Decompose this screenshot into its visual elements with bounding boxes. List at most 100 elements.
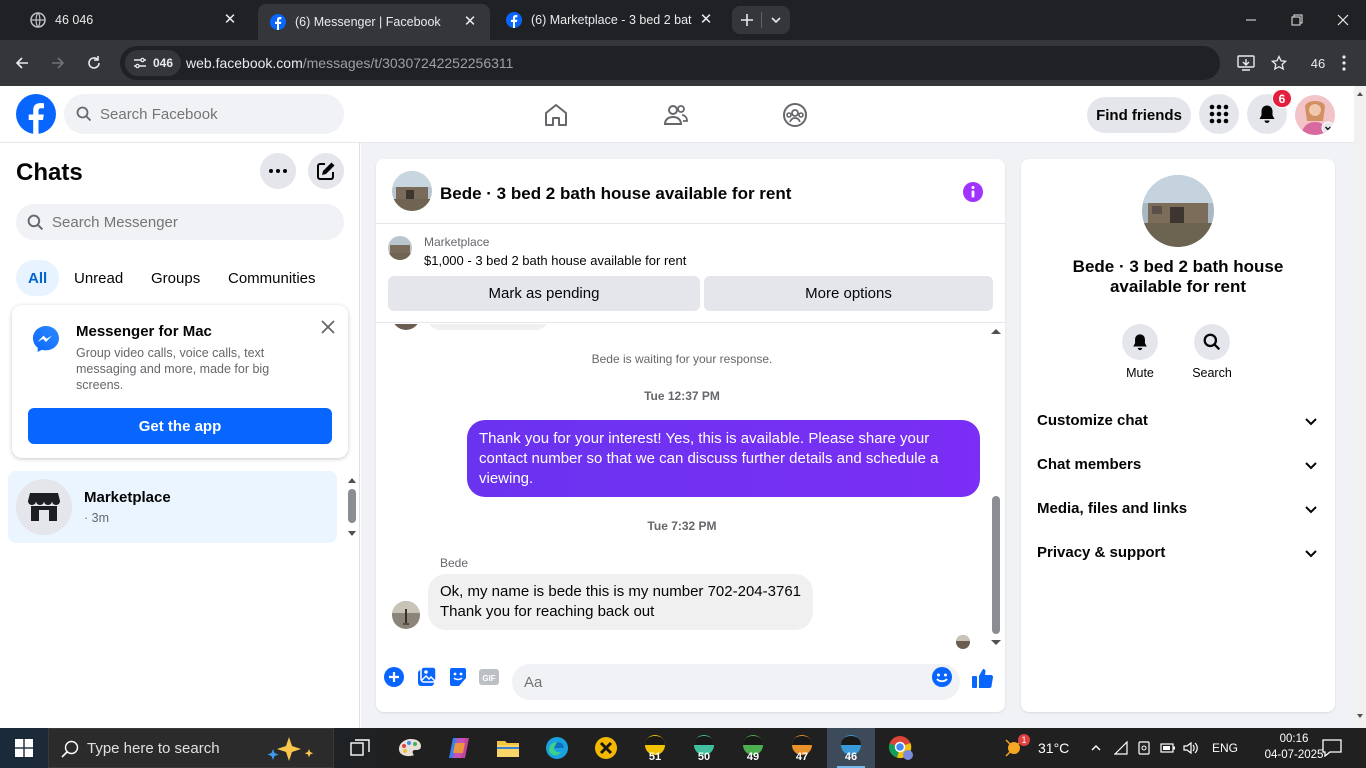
messenger-search-input[interactable] bbox=[52, 204, 332, 240]
site-chip-label: 046 bbox=[153, 56, 174, 70]
section-privacy-support[interactable]: Privacy & support bbox=[1021, 531, 1335, 575]
mark-as-pending-button[interactable]: Mark as pending bbox=[388, 276, 700, 311]
section-media-files-links[interactable]: Media, files and links bbox=[1021, 487, 1335, 531]
battery-icon[interactable] bbox=[1160, 742, 1183, 754]
taskbar-search-input[interactable] bbox=[87, 729, 257, 767]
copilot-app-icon[interactable] bbox=[435, 728, 483, 768]
like-icon[interactable] bbox=[971, 666, 995, 690]
info-icon[interactable] bbox=[962, 181, 984, 203]
back-icon[interactable] bbox=[7, 48, 37, 78]
system-clock[interactable]: 00:16 04-07-2025 bbox=[1264, 731, 1324, 763]
timestamp: Tue 7:32 PM bbox=[647, 519, 717, 533]
volume-icon[interactable] bbox=[1183, 741, 1206, 755]
tab-title: 46 046 bbox=[55, 13, 94, 27]
facebook-logo-icon[interactable] bbox=[16, 94, 56, 134]
filter-groups[interactable]: Groups bbox=[139, 260, 212, 296]
search-icon bbox=[1194, 324, 1230, 360]
close-window-icon[interactable] bbox=[1320, 0, 1366, 40]
sender-avatar[interactable] bbox=[392, 601, 420, 629]
more-options-button[interactable]: More options bbox=[704, 276, 993, 311]
filter-all[interactable]: All bbox=[16, 260, 60, 296]
plus-actions-icon[interactable] bbox=[383, 666, 407, 690]
listing-title[interactable]: $1,000 - 3 bed 2 bath house available fo… bbox=[424, 253, 686, 268]
edge-browser-icon[interactable] bbox=[533, 728, 581, 768]
tab-title: (6) Marketplace - 3 bed 2 bath h bbox=[531, 13, 692, 27]
emoji-icon[interactable] bbox=[931, 666, 955, 690]
section-chat-members[interactable]: Chat members bbox=[1021, 443, 1335, 487]
photo-icon[interactable] bbox=[416, 666, 440, 690]
windows-start-icon[interactable] bbox=[0, 728, 48, 768]
tab-globe[interactable]: 46 046 ✕ bbox=[18, 0, 250, 40]
file-explorer-icon[interactable] bbox=[484, 728, 532, 768]
close-tab-icon[interactable]: ✕ bbox=[462, 14, 478, 30]
groups-icon[interactable] bbox=[778, 98, 812, 132]
search-label: Search bbox=[1192, 366, 1232, 380]
language-indicator[interactable]: ENG bbox=[1212, 741, 1238, 755]
details-avatar[interactable] bbox=[1142, 175, 1214, 247]
new-tab-icon[interactable] bbox=[732, 13, 761, 27]
chat-options-icon[interactable] bbox=[260, 153, 296, 189]
profile-avatar[interactable] bbox=[1295, 95, 1335, 135]
marketplace-label: Marketplace bbox=[424, 235, 490, 249]
minimize-icon[interactable] bbox=[1228, 0, 1274, 40]
tray-chevron-up-icon[interactable] bbox=[1090, 742, 1108, 754]
conversation-avatar[interactable] bbox=[392, 171, 432, 211]
profile-app-46[interactable]: 46 bbox=[827, 728, 875, 768]
app-number: 51 bbox=[649, 751, 661, 762]
find-friends-button[interactable]: Find friends bbox=[1087, 97, 1191, 133]
tab-marketplace[interactable]: (6) Marketplace - 3 bed 2 bath h ✕ bbox=[494, 0, 726, 40]
profile-app-49[interactable]: 49 bbox=[729, 728, 777, 768]
windows-taskbar: 51 50 49 47 46 1 31°C ENG 00:16 04-07-20… bbox=[0, 728, 1366, 768]
weather-widget[interactable]: 1 31°C bbox=[1004, 728, 1069, 768]
marketplace-store-icon bbox=[16, 479, 72, 535]
chevron-down-icon bbox=[1303, 501, 1319, 517]
mute-action[interactable]: Mute bbox=[1110, 324, 1170, 380]
profile-app-51[interactable]: 51 bbox=[631, 728, 679, 768]
devices-icon[interactable] bbox=[1137, 741, 1160, 755]
chat-list-scrollbar[interactable] bbox=[346, 475, 358, 539]
close-tab-icon[interactable]: ✕ bbox=[698, 12, 714, 28]
ccleaner-icon[interactable] bbox=[582, 728, 630, 768]
search-action[interactable]: Search bbox=[1182, 324, 1242, 380]
new-message-icon[interactable] bbox=[308, 153, 344, 189]
section-title: Media, files and links bbox=[1037, 500, 1188, 517]
filter-communities[interactable]: Communities bbox=[216, 260, 328, 296]
tab-messenger[interactable]: (6) Messenger | Facebook ✕ bbox=[258, 4, 490, 40]
friends-icon[interactable] bbox=[659, 98, 693, 132]
listing-thumbnail[interactable] bbox=[388, 236, 412, 260]
conversation-title[interactable]: Bede · 3 bed 2 bath house available for … bbox=[440, 184, 791, 204]
profile-app-50[interactable]: 50 bbox=[680, 728, 728, 768]
tab-search-chevron-icon[interactable] bbox=[762, 14, 790, 26]
close-icon[interactable] bbox=[318, 317, 338, 337]
received-message-bubble[interactable]: Ok, my name is bede this is my number 70… bbox=[428, 574, 814, 630]
menu-grid-icon[interactable] bbox=[1199, 94, 1239, 134]
task-view-icon[interactable] bbox=[336, 728, 384, 768]
facebook-search-input[interactable] bbox=[100, 94, 330, 134]
gif-icon[interactable]: GIF bbox=[478, 666, 502, 690]
profile-app-47[interactable]: 47 bbox=[778, 728, 826, 768]
notifications-center-icon[interactable] bbox=[1322, 728, 1346, 768]
browser-menu-icon[interactable] bbox=[1329, 48, 1359, 78]
restore-icon[interactable] bbox=[1274, 0, 1320, 40]
section-customize-chat[interactable]: Customize chat bbox=[1021, 399, 1335, 443]
network-icon[interactable] bbox=[1114, 741, 1137, 755]
sent-message-bubble[interactable]: Thank you for your interest! Yes, this i… bbox=[467, 420, 980, 497]
message-scrollbar[interactable] bbox=[989, 324, 1003, 649]
url-path: /messages/t/30307242252256311 bbox=[302, 55, 514, 71]
address-bar[interactable]: 046 web.facebook.com/messages/t/30307242… bbox=[120, 46, 1220, 80]
page-scrollbar[interactable] bbox=[1354, 86, 1366, 728]
sticker-icon[interactable] bbox=[447, 666, 471, 690]
reload-icon[interactable] bbox=[79, 48, 109, 78]
get-the-app-button[interactable]: Get the app bbox=[28, 408, 332, 444]
chat-list-item[interactable]: Marketplace · 3m bbox=[8, 471, 337, 543]
home-icon[interactable] bbox=[539, 98, 573, 132]
paint-app-icon[interactable] bbox=[386, 728, 434, 768]
site-info-chip[interactable]: 046 bbox=[125, 50, 181, 76]
close-tab-icon[interactable]: ✕ bbox=[222, 12, 238, 28]
bookmark-star-icon[interactable] bbox=[1264, 48, 1294, 78]
message-input[interactable] bbox=[512, 664, 960, 700]
forward-icon[interactable] bbox=[43, 48, 73, 78]
install-app-icon[interactable] bbox=[1231, 48, 1261, 78]
filter-unread[interactable]: Unread bbox=[62, 260, 135, 296]
chrome-app-icon[interactable] bbox=[877, 728, 925, 768]
